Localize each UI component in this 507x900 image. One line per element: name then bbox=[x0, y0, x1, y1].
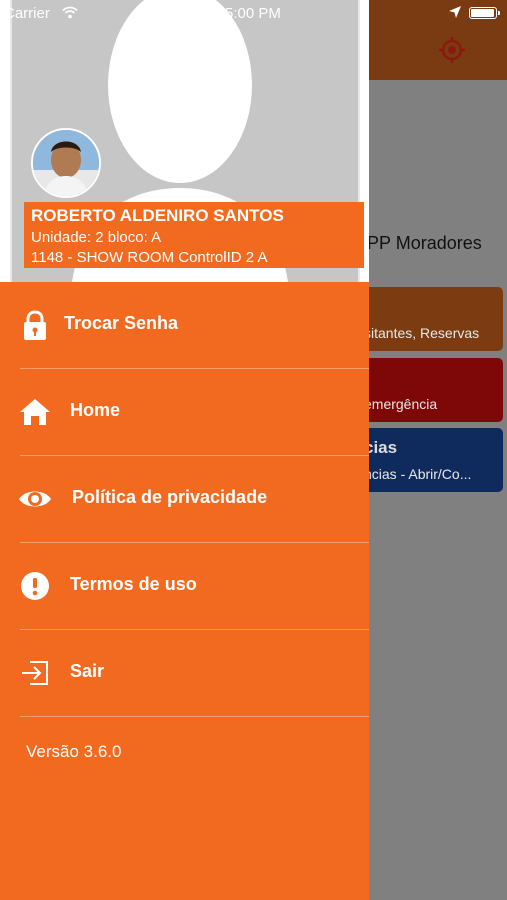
user-unit: Unidade: 2 bloco: A bbox=[31, 229, 162, 246]
menu-item-label: Trocar Senha bbox=[64, 313, 179, 333]
side-drawer: ROBERTO ALDENIRO SANTOS Unidade: 2 bloco… bbox=[0, 0, 369, 900]
menu-item-privacy[interactable]: Política de privacidade bbox=[0, 456, 369, 542]
background-card[interactable]: emergência bbox=[350, 358, 503, 422]
home-icon bbox=[20, 399, 50, 425]
menu-item-label: Política de privacidade bbox=[72, 487, 268, 507]
profile-header: ROBERTO ALDENIRO SANTOS Unidade: 2 bloco… bbox=[0, 0, 369, 282]
user-name: ROBERTO ALDENIRO SANTOS bbox=[31, 206, 284, 225]
eye-icon bbox=[19, 491, 51, 507]
status-time: 5:00 PM bbox=[225, 5, 281, 22]
background-card[interactable]: sitantes, Reservas bbox=[350, 287, 503, 351]
carrier-label: Carrier bbox=[4, 5, 50, 22]
lock-icon bbox=[24, 310, 46, 340]
target-icon[interactable] bbox=[438, 36, 466, 64]
background-card[interactable]: cias ncias - Abrir/Co... bbox=[350, 428, 503, 492]
menu-item-label: Home bbox=[70, 400, 121, 420]
menu-item-label: Termos de uso bbox=[70, 574, 197, 594]
card-subtitle: emergência bbox=[364, 396, 438, 412]
divider bbox=[20, 716, 369, 717]
menu-item-home[interactable]: Home bbox=[0, 369, 369, 455]
battery-icon bbox=[469, 7, 500, 19]
location-arrow-icon bbox=[449, 6, 461, 18]
menu-item-trocar-senha[interactable]: Trocar Senha bbox=[0, 282, 369, 368]
menu-item-label: Sair bbox=[70, 661, 105, 681]
card-subtitle: sitantes, Reservas bbox=[364, 325, 480, 341]
avatar-photo bbox=[33, 130, 99, 196]
wifi-icon bbox=[62, 6, 78, 19]
menu-item-sair[interactable]: Sair bbox=[0, 630, 369, 716]
logout-icon bbox=[22, 661, 48, 685]
avatar bbox=[31, 128, 101, 198]
user-condominium: 1148 - SHOW ROOM ControlID 2 A bbox=[31, 249, 268, 266]
alert-icon bbox=[21, 572, 49, 600]
user-info-box: ROBERTO ALDENIRO SANTOS Unidade: 2 bloco… bbox=[24, 202, 364, 268]
app-version: Versão 3.6.0 bbox=[26, 742, 122, 761]
menu-item-terms[interactable]: Termos de uso bbox=[0, 543, 369, 629]
card-subtitle: ncias - Abrir/Co... bbox=[364, 466, 472, 482]
background-title: APP Moradores bbox=[355, 233, 482, 253]
